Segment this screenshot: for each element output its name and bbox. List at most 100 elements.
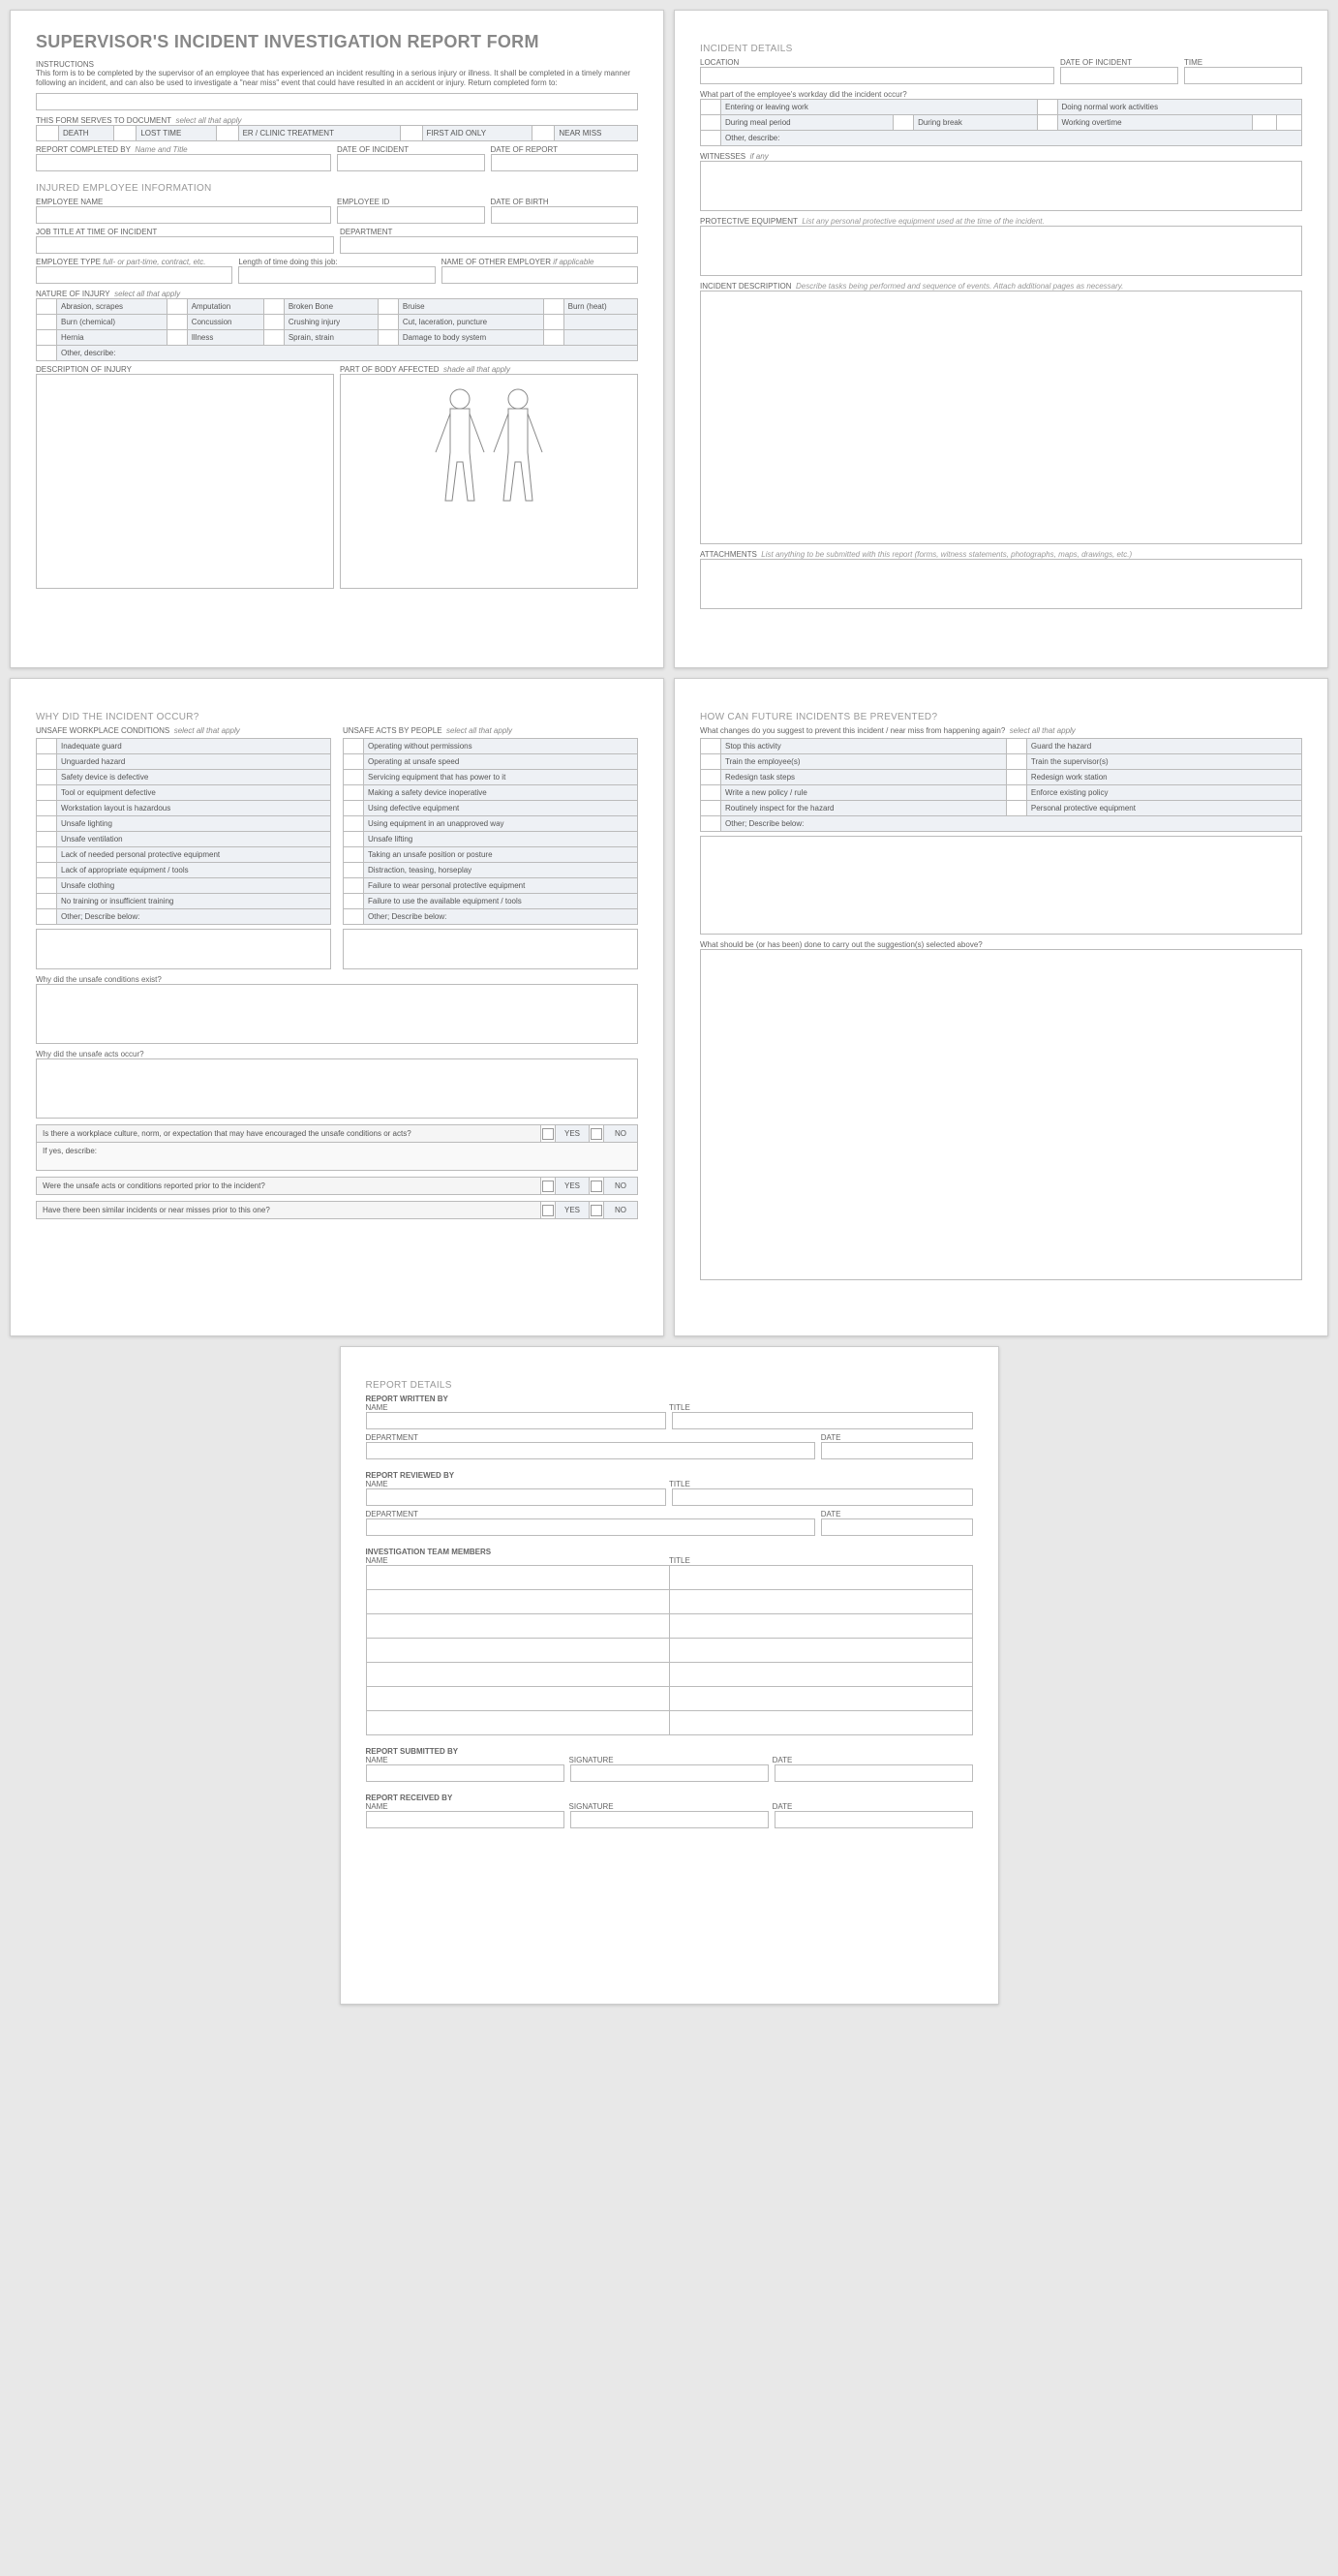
- workday-option[interactable]: Entering or leaving work: [721, 100, 1038, 115]
- attachments-input[interactable]: [700, 559, 1302, 609]
- emp-id-input[interactable]: [337, 206, 485, 224]
- submitted-name-input[interactable]: [366, 1764, 564, 1782]
- ppe-input[interactable]: [700, 226, 1302, 276]
- workday-option[interactable]: Doing normal work activities: [1057, 100, 1301, 115]
- why-conditions-input[interactable]: [36, 984, 638, 1044]
- incident-desc-input[interactable]: [700, 291, 1302, 544]
- why-acts-input[interactable]: [36, 1058, 638, 1119]
- team-title-input[interactable]: [669, 1614, 972, 1639]
- injury-option[interactable]: [563, 329, 637, 345]
- prevention-option[interactable]: Routinely inspect for the hazard: [721, 801, 1007, 816]
- department-input[interactable]: [340, 236, 638, 254]
- unsafe-condition-option[interactable]: Unguarded hazard: [57, 754, 331, 770]
- team-title-input[interactable]: [669, 1590, 972, 1614]
- prevention-option[interactable]: Stop this activity: [721, 739, 1007, 754]
- time-in-job-input[interactable]: [238, 266, 435, 284]
- unsafe-condition-option[interactable]: Lack of needed personal protective equip…: [57, 847, 331, 863]
- prevention-option[interactable]: Train the supervisor(s): [1026, 754, 1301, 770]
- submitted-date-input[interactable]: [775, 1764, 973, 1782]
- unsafe-acts-other-input[interactable]: [343, 929, 638, 969]
- received-name-input[interactable]: [366, 1811, 564, 1828]
- similar-no-checkbox[interactable]: [591, 1205, 602, 1216]
- doc-serves-option[interactable]: NEAR MISS: [555, 125, 638, 140]
- received-sign-input[interactable]: [570, 1811, 769, 1828]
- return-to-input[interactable]: [36, 93, 638, 110]
- workday-option[interactable]: During meal period: [721, 115, 894, 131]
- unsafe-condition-option[interactable]: Inadequate guard: [57, 739, 331, 754]
- team-title-input[interactable]: [669, 1639, 972, 1663]
- dob-input[interactable]: [491, 206, 639, 224]
- injury-option[interactable]: Illness: [187, 329, 263, 345]
- unsafe-condition-option[interactable]: Unsafe ventilation: [57, 832, 331, 847]
- team-title-input[interactable]: [669, 1663, 972, 1687]
- doc-serves-option[interactable]: ER / CLINIC TREATMENT: [238, 125, 400, 140]
- doc-serves-option[interactable]: FIRST AID ONLY: [422, 125, 532, 140]
- unsafe-act-option[interactable]: Distraction, teasing, horseplay: [364, 863, 638, 878]
- written-dept-input[interactable]: [366, 1442, 816, 1459]
- unsafe-condition-option[interactable]: Other; Describe below:: [57, 909, 331, 925]
- reviewed-name-input[interactable]: [366, 1488, 667, 1506]
- unsafe-act-option[interactable]: Operating without permissions: [364, 739, 638, 754]
- injury-option[interactable]: Sprain, strain: [284, 329, 378, 345]
- team-name-input[interactable]: [366, 1639, 669, 1663]
- injury-option[interactable]: [563, 314, 637, 329]
- team-name-input[interactable]: [366, 1590, 669, 1614]
- unsafe-condition-option[interactable]: No training or insufficient training: [57, 894, 331, 909]
- team-title-input[interactable]: [669, 1566, 972, 1590]
- incident-time-input[interactable]: [1184, 67, 1302, 84]
- prevention-option[interactable]: Train the employee(s): [721, 754, 1007, 770]
- injury-option[interactable]: Concussion: [187, 314, 263, 329]
- desc-injury-input[interactable]: [36, 374, 334, 589]
- unsafe-condition-option[interactable]: Unsafe lighting: [57, 816, 331, 832]
- prevention-option[interactable]: Write a new policy / rule: [721, 785, 1007, 801]
- unsafe-condition-option[interactable]: Workstation layout is hazardous: [57, 801, 331, 816]
- unsafe-act-option[interactable]: Servicing equipment that has power to it: [364, 770, 638, 785]
- unsafe-act-option[interactable]: Operating at unsafe speed: [364, 754, 638, 770]
- completed-by-input[interactable]: [36, 154, 331, 171]
- unsafe-act-option[interactable]: Failure to use the available equipment /…: [364, 894, 638, 909]
- unsafe-condition-option[interactable]: Lack of appropriate equipment / tools: [57, 863, 331, 878]
- unsafe-cond-other-input[interactable]: [36, 929, 331, 969]
- written-date-input[interactable]: [821, 1442, 972, 1459]
- injury-option[interactable]: Hernia: [57, 329, 167, 345]
- reported-no-checkbox[interactable]: [591, 1181, 602, 1192]
- injury-option[interactable]: Broken Bone: [284, 298, 378, 314]
- submitted-sign-input[interactable]: [570, 1764, 769, 1782]
- team-title-input[interactable]: [669, 1687, 972, 1711]
- prevent-other-input[interactable]: [700, 836, 1302, 935]
- unsafe-condition-option[interactable]: Tool or equipment defective: [57, 785, 331, 801]
- unsafe-act-option[interactable]: Using equipment in an unapproved way: [364, 816, 638, 832]
- similar-yes-checkbox[interactable]: [542, 1205, 554, 1216]
- received-date-input[interactable]: [775, 1811, 973, 1828]
- date-incident-input[interactable]: [337, 154, 485, 171]
- culture-no-checkbox[interactable]: [591, 1128, 602, 1140]
- injury-option[interactable]: Crushing injury: [284, 314, 378, 329]
- prevention-option[interactable]: Guard the hazard: [1026, 739, 1301, 754]
- unsafe-act-option[interactable]: Using defective equipment: [364, 801, 638, 816]
- if-yes-describe[interactable]: If yes, describe:: [36, 1143, 638, 1171]
- culture-yes-checkbox[interactable]: [542, 1128, 554, 1140]
- doc-serves-option[interactable]: DEATH: [59, 125, 114, 140]
- injury-option[interactable]: Burn (heat): [563, 298, 637, 314]
- unsafe-act-option[interactable]: Making a safety device inoperative: [364, 785, 638, 801]
- prevention-option[interactable]: Personal protective equipment: [1026, 801, 1301, 816]
- reviewed-title-input[interactable]: [672, 1488, 973, 1506]
- workday-option[interactable]: During break: [914, 115, 1037, 131]
- written-name-input[interactable]: [366, 1412, 667, 1429]
- unsafe-condition-option[interactable]: Safety device is defective: [57, 770, 331, 785]
- doc-serves-option[interactable]: LOST TIME: [137, 125, 216, 140]
- injury-option[interactable]: Burn (chemical): [57, 314, 167, 329]
- reported-yes-checkbox[interactable]: [542, 1181, 554, 1192]
- team-name-input[interactable]: [366, 1663, 669, 1687]
- injury-option[interactable]: Abrasion, scrapes: [57, 298, 167, 314]
- other-employer-input[interactable]: [441, 266, 638, 284]
- team-name-input[interactable]: [366, 1566, 669, 1590]
- injury-option[interactable]: Bruise: [398, 298, 543, 314]
- incident-date-input[interactable]: [1060, 67, 1178, 84]
- witnesses-input[interactable]: [700, 161, 1302, 211]
- injury-option[interactable]: Cut, laceration, puncture: [398, 314, 543, 329]
- injury-other[interactable]: Other, describe:: [57, 345, 638, 360]
- unsafe-act-option[interactable]: Unsafe lifting: [364, 832, 638, 847]
- carryout-input[interactable]: [700, 949, 1302, 1280]
- job-title-input[interactable]: [36, 236, 334, 254]
